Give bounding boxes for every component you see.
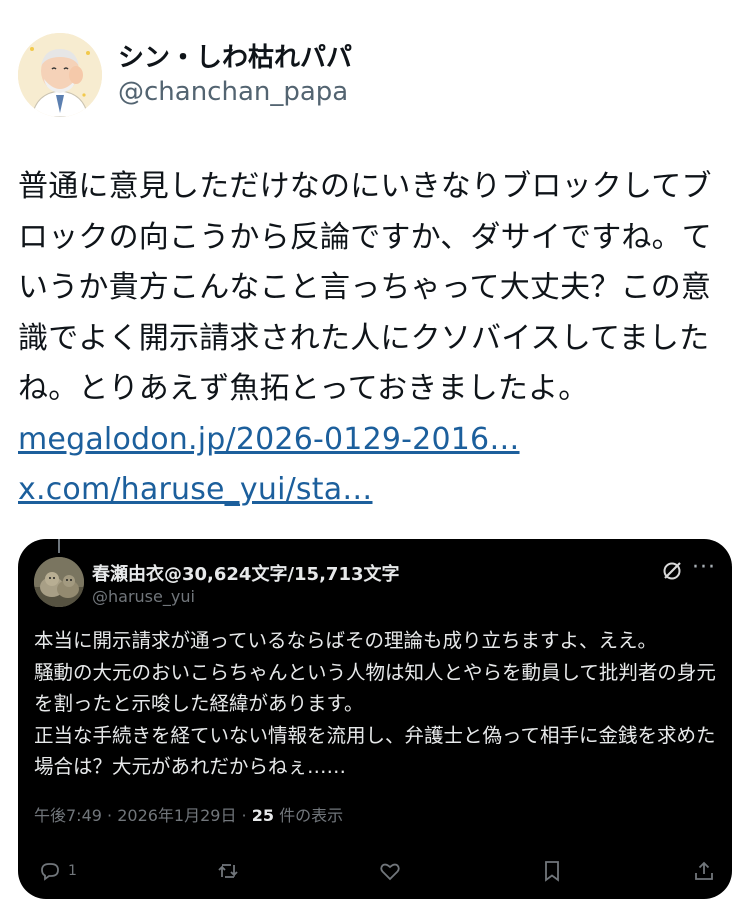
quoted-handle[interactable]: @haruse_yui <box>92 587 195 606</box>
bookmark-button[interactable] <box>540 859 564 883</box>
post-header: シン・しわ枯れパパ @chanchan_papa <box>18 32 352 118</box>
reply-icon <box>41 863 59 881</box>
author-handle[interactable]: @chanchan_papa <box>118 75 352 109</box>
quoted-text: 本当に開示請求が通っているならばその理論も成り立ちますよ、ええ。 騒動の大元のお… <box>34 629 716 778</box>
quoted-meta: 午後7:49 · 2026年1月29日 · 25 件の表示 <box>34 802 343 826</box>
grok-icon[interactable] <box>660 559 684 583</box>
reply-button[interactable]: 1 <box>38 859 77 883</box>
like-button[interactable] <box>378 859 402 883</box>
share-icon <box>695 861 713 880</box>
more-options-icon[interactable]: ··· <box>692 555 716 580</box>
post-text: 普通に意見しただけなのにいきなりブロックしてブロックの向こうから反論ですか、ダサ… <box>18 169 712 406</box>
bookmark-icon <box>545 861 559 882</box>
quoted-time[interactable]: 午後7:49 <box>34 806 102 825</box>
post-body: 普通に意見しただけなのにいきなりブロックしてブロックの向こうから反論ですか、ダサ… <box>18 162 736 516</box>
quoted-view-count[interactable]: 25 <box>252 806 274 825</box>
retweet-button[interactable] <box>216 859 240 883</box>
reply-count: 1 <box>68 863 77 879</box>
meta-separator: · <box>101 806 118 825</box>
author-info: シン・しわ枯れパパ @chanchan_papa <box>118 41 352 109</box>
share-button[interactable] <box>692 859 716 883</box>
quoted-action-bar: 1 <box>34 859 716 889</box>
thread-line <box>58 539 60 553</box>
author-avatar[interactable] <box>18 33 102 117</box>
author-display-name[interactable]: シン・しわ枯れパパ <box>118 41 352 75</box>
post-link-megalodon[interactable]: megalodon.jp/2026-0129-2016… <box>18 415 736 466</box>
like-icon <box>380 863 400 881</box>
quoted-date[interactable]: 2026年1月29日 <box>117 806 236 825</box>
post-link-x[interactable]: x.com/haruse_yui/sta… <box>18 465 736 516</box>
retweet-icon <box>218 864 238 878</box>
quoted-avatar[interactable] <box>34 557 84 607</box>
quoted-view-label: 件の表示 <box>274 806 344 825</box>
meta-separator: · <box>236 806 252 825</box>
quoted-display-name[interactable]: 春瀬由衣@30,624文字/15,713文字 <box>92 560 400 586</box>
quoted-post-card[interactable]: 春瀬由衣@30,624文字/15,713文字 @haruse_yui ··· 本… <box>18 539 732 899</box>
